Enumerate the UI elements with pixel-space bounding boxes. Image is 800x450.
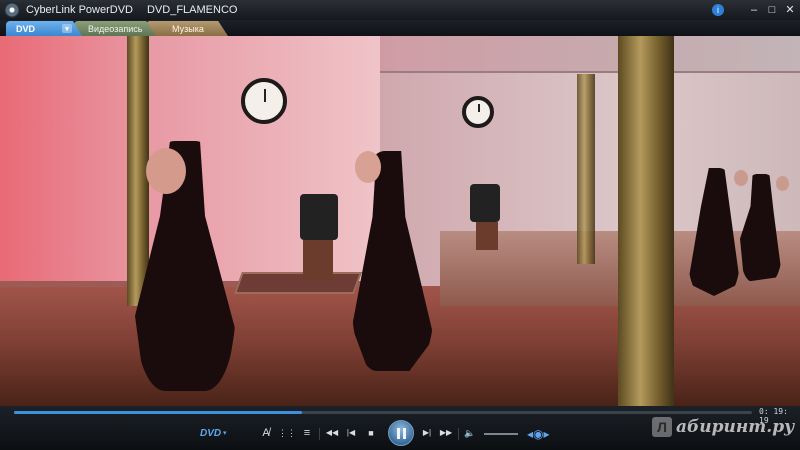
tab-video-recording[interactable]: Видеозапись: [74, 21, 156, 36]
rewind-icon[interactable]: ◀◀: [324, 426, 340, 440]
stool: [303, 240, 333, 280]
title-bar: CyberLink PowerDVD DVD_FLAMENCO i – □ ✕: [0, 0, 800, 20]
info-button[interactable]: i: [712, 4, 724, 16]
dancer-reflection-2-head: [776, 176, 789, 191]
separator: [319, 428, 320, 440]
pillar-reflection: [577, 74, 595, 264]
wall-clock-reflection: [462, 96, 494, 128]
media-title: DVD_FLAMENCO: [146, 4, 238, 16]
stool-reflection: [476, 222, 498, 250]
watermark-text: абиринт.ру: [676, 417, 795, 437]
tab-dvd[interactable]: DVD ▾: [6, 21, 82, 36]
source-selector[interactable]: DVD: [200, 428, 221, 439]
tab-music-label: Музыка: [172, 23, 204, 34]
settings-icon[interactable]: ≡: [300, 426, 314, 440]
seek-progress: [14, 411, 302, 414]
separator: [458, 428, 459, 440]
gramophone-reflection: [470, 184, 500, 222]
app-logo-icon: [4, 2, 20, 18]
source-dropdown-icon[interactable]: ▾: [223, 429, 227, 437]
rug: [233, 272, 363, 294]
tab-video-label: Видеозапись: [88, 23, 143, 34]
close-button[interactable]: ✕: [782, 2, 798, 18]
maximize-button[interactable]: □: [764, 2, 780, 18]
pillar-right: [618, 36, 674, 406]
video-viewport[interactable]: [0, 36, 800, 406]
seek-bar[interactable]: [14, 411, 752, 414]
pause-button[interactable]: [388, 420, 414, 446]
view-mode-icon[interactable]: ◂◉▸: [527, 427, 550, 441]
stop-icon[interactable]: ■: [364, 426, 378, 440]
wall-clock: [241, 78, 287, 124]
tab-bar: Музыка Видеозапись DVD ▾: [0, 20, 800, 36]
tab-dvd-label: DVD: [16, 23, 36, 34]
tab-music[interactable]: Музыка: [146, 21, 228, 36]
pause-bar-right: [402, 427, 406, 439]
fast-forward-icon[interactable]: ▶▶: [438, 426, 454, 440]
previous-chapter-icon[interactable]: |◀: [344, 426, 358, 440]
app-title: CyberLink PowerDVD: [26, 4, 133, 16]
pause-bar-left: [396, 427, 400, 439]
tab-dropdown-icon[interactable]: ▾: [62, 24, 72, 33]
menu-grid-icon[interactable]: ⋮⋮: [278, 426, 296, 440]
audio-stream-icon[interactable]: A̸: [258, 426, 274, 440]
next-chapter-icon[interactable]: ▶|: [420, 426, 434, 440]
dancer-center-head: [355, 151, 381, 183]
watermark: Л абиринт.ру: [652, 416, 794, 438]
window-controls: i – □ ✕: [712, 0, 798, 20]
dancer-left-head: [146, 148, 186, 194]
gramophone: [300, 194, 338, 240]
dancer-reflection-1-head: [734, 170, 748, 186]
watermark-logo: Л: [652, 417, 672, 437]
volume-slider[interactable]: [484, 433, 518, 435]
volume-icon[interactable]: 🔈: [463, 426, 477, 440]
minimize-button[interactable]: –: [746, 2, 762, 18]
